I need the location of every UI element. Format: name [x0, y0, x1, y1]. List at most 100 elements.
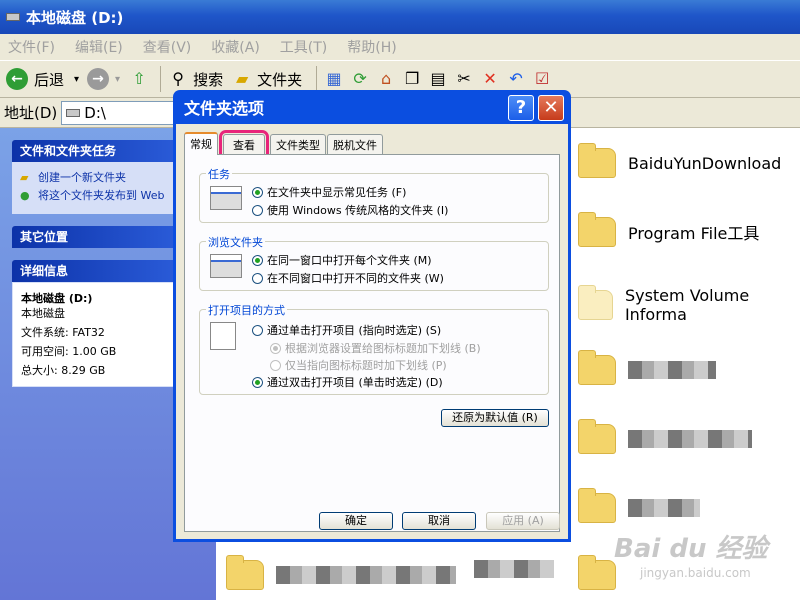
up-folder-icon[interactable]: ⇧	[128, 68, 150, 90]
folder-options-dialog: 文件夹选项 ? ✕ 常规 查看 文件类型 脱机文件 任务 在文件夹中显示常见任务…	[173, 90, 571, 542]
other-places-header[interactable]: 其它位置	[12, 226, 176, 248]
ok-button[interactable]: 确定	[319, 512, 393, 530]
menu-favorites[interactable]: 收藏(A)	[211, 37, 260, 57]
radio-underline-hover[interactable]: 仅当指向图标标题时加下划线 (P)	[270, 357, 447, 373]
folder-icon	[578, 350, 616, 385]
list-item[interactable]: BaiduYunDownload	[578, 143, 781, 178]
radio-single-click[interactable]: 通过单击打开项目 (指向时选定) (S)	[252, 322, 441, 338]
dropdown-arrow-icon: ▾	[74, 73, 80, 85]
radio-button[interactable]	[270, 342, 281, 354]
delete-icon[interactable]: ✕	[479, 68, 501, 90]
task-publish-web[interactable]: ● 将这个文件夹发布到 Web	[20, 188, 168, 203]
browse-folders-group: 浏览文件夹 在同一窗口中打开每个文件夹 (M) 在不同窗口中打开不同的文件夹 (…	[199, 234, 549, 291]
help-button[interactable]: ?	[508, 95, 534, 121]
obscured-filename	[628, 499, 700, 517]
file-tasks-box: 文件和文件夹任务 ▰ 创建一个新文件夹 ● 将这个文件夹发布到 Web	[12, 140, 176, 214]
watermark-logo: Bai du 经验	[614, 534, 768, 564]
detail-filesystem: 文件系统: FAT32	[21, 326, 105, 339]
general-tab-panel: 任务 在文件夹中显示常见任务 (F) 使用 Windows 传统风格的文件夹 (…	[184, 154, 560, 532]
folder-icon	[578, 419, 616, 454]
menu-tools[interactable]: 工具(T)	[280, 37, 327, 57]
list-item[interactable]	[474, 560, 554, 578]
paste-icon[interactable]: ▤	[427, 68, 449, 90]
obscured-filename	[628, 430, 752, 448]
undo-icon[interactable]: ↶	[505, 68, 527, 90]
window-title: 本地磁盘 (D:)	[26, 8, 124, 27]
drive-icon	[6, 13, 20, 21]
radio-show-common-tasks[interactable]: 在文件夹中显示常见任务 (F)	[252, 184, 406, 200]
forward-arrow-icon: →	[87, 68, 110, 90]
folder-icon	[578, 488, 616, 523]
home-icon[interactable]: ⌂	[375, 68, 397, 90]
watermark-url: jingyan.baidu.com	[640, 566, 751, 580]
radio-button[interactable]	[252, 186, 263, 198]
list-item[interactable]	[578, 350, 716, 385]
radio-double-click[interactable]: 通过双击打开项目 (单击时选定) (D)	[252, 374, 443, 390]
radio-underline-browser[interactable]: 根据浏览器设置给图标标题加下划线 (B)	[270, 340, 481, 356]
details-header[interactable]: 详细信息	[12, 260, 176, 282]
back-button[interactable]: ← 后退 ▾	[6, 68, 79, 90]
radio-button[interactable]	[252, 324, 263, 336]
globe-icon: ●	[20, 189, 30, 202]
list-item[interactable]	[226, 555, 456, 590]
back-arrow-icon: ←	[6, 68, 28, 90]
cancel-button[interactable]: 取消	[402, 512, 476, 530]
menu-help[interactable]: 帮助(H)	[347, 37, 396, 57]
dialog-titlebar[interactable]: 文件夹选项 ? ✕	[176, 90, 568, 124]
file-tasks-header[interactable]: 文件和文件夹任务	[12, 140, 176, 162]
folder-icon	[578, 212, 616, 247]
tasks-preview-icon	[210, 186, 242, 210]
folder-icon	[578, 285, 613, 320]
restore-defaults-button[interactable]: 还原为默认值 (R)	[441, 409, 549, 427]
apply-button[interactable]: 应用 (A)	[486, 512, 560, 530]
menu-edit[interactable]: 编辑(E)	[75, 37, 123, 57]
window-titlebar: 本地磁盘 (D:)	[0, 0, 800, 34]
obscured-filename	[474, 560, 554, 578]
dialog-body: 常规 查看 文件类型 脱机文件 任务 在文件夹中显示常见任务 (F) 使用 Wi…	[176, 124, 568, 539]
radio-button[interactable]	[252, 376, 263, 388]
search-icon: ⚲	[172, 69, 184, 88]
address-label: 地址(D)	[4, 104, 58, 122]
list-item[interactable]	[578, 419, 752, 454]
dropdown-arrow-icon: ▾	[115, 73, 121, 85]
views-icon[interactable]: ▦	[323, 68, 345, 90]
tasks-group: 任务 在文件夹中显示常见任务 (F) 使用 Windows 传统风格的文件夹 (…	[199, 166, 549, 223]
address-input[interactable]: D:\	[61, 100, 182, 125]
tab-file-types[interactable]: 文件类型	[270, 134, 326, 154]
obscured-filename	[276, 566, 456, 584]
radio-separate-window[interactable]: 在不同窗口中打开不同的文件夹 (W)	[252, 270, 444, 286]
copy-icon[interactable]: ❐	[401, 68, 423, 90]
toolbar-separator	[316, 66, 318, 92]
close-button[interactable]: ✕	[538, 95, 564, 121]
list-item[interactable]	[578, 488, 700, 523]
detail-type: 本地磁盘	[21, 307, 65, 320]
list-item[interactable]: System Volume Informa	[578, 285, 800, 324]
tab-offline-files[interactable]: 脱机文件	[327, 134, 383, 154]
radio-same-window[interactable]: 在同一窗口中打开每个文件夹 (M)	[252, 252, 432, 268]
toolbar-separator	[160, 66, 162, 92]
list-item[interactable]: Program File工具	[578, 212, 759, 247]
properties-icon[interactable]: ☑	[531, 68, 553, 90]
radio-classic-folders[interactable]: 使用 Windows 传统风格的文件夹 (I)	[252, 202, 448, 218]
folder-icon	[578, 555, 616, 590]
radio-button[interactable]	[252, 272, 263, 284]
open-group-label: 打开项目的方式	[206, 302, 287, 318]
task-new-folder[interactable]: ▰ 创建一个新文件夹	[20, 170, 168, 185]
browse-group-label: 浏览文件夹	[206, 234, 265, 250]
menu-view[interactable]: 查看(V)	[143, 37, 192, 57]
search-button[interactable]: ⚲ 搜索	[167, 68, 223, 90]
folders-button[interactable]: ▰ 文件夹	[231, 68, 302, 90]
cut-icon[interactable]: ✂	[453, 68, 475, 90]
menu-file[interactable]: 文件(F)	[8, 37, 55, 57]
other-places-box: 其它位置	[12, 226, 176, 248]
open-items-group: 打开项目的方式 通过单击打开项目 (指向时选定) (S) 根据浏览器设置给图标标…	[199, 302, 549, 395]
detail-name: 本地磁盘 (D:)	[21, 292, 93, 305]
tab-general[interactable]: 常规	[184, 132, 218, 155]
sync-icon[interactable]: ⟳	[349, 68, 371, 90]
radio-button[interactable]	[252, 254, 263, 266]
radio-button[interactable]	[252, 204, 263, 216]
forward-button[interactable]: → ▾	[87, 68, 120, 90]
radio-button[interactable]	[270, 359, 281, 371]
tab-view[interactable]: 查看	[219, 130, 269, 158]
details-box: 详细信息 本地磁盘 (D:) 本地磁盘 文件系统: FAT32 可用空间: 1.…	[12, 260, 176, 387]
